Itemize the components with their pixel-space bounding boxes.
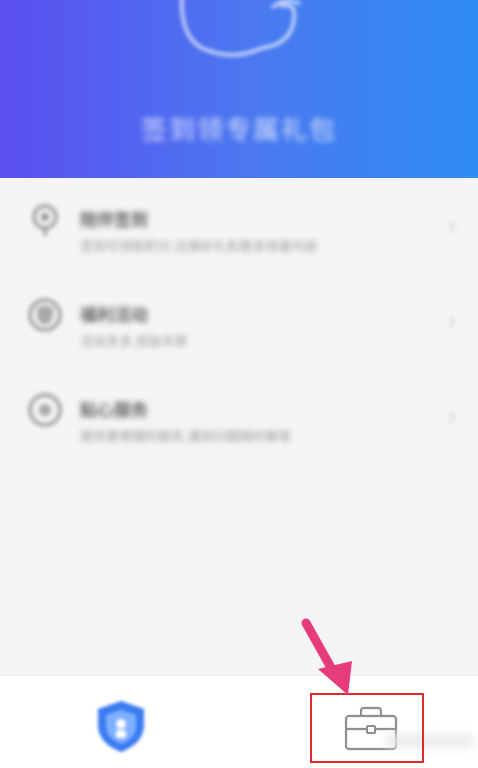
header-banner: 签到领专属礼包 [0,0,478,178]
list-item-title: 福利活动 [80,306,148,325]
list-item-title: 贴心服务 [80,401,148,420]
list-item-subtitle: 签到可领取积分,兑换好礼和更多惊喜内容 [80,239,318,254]
pointer-arrow-icon [301,618,352,695]
highlight-box [310,693,424,763]
chevron-right-icon: › [447,305,456,335]
list-item-subtitle: 提供更便捷的服务,遇到问题随时解答 [80,429,292,444]
header-title: 签到领专属礼包 [140,115,337,145]
list-item-title: 陪伴签到 [80,211,148,230]
list-item[interactable]: 贴心服务 提供更便捷的服务,遇到问题随时解答 › [0,368,478,463]
list-item-subtitle: 活动多多,奖励丰厚 [80,334,188,349]
list-item[interactable]: 陪伴签到 签到可领取积分,兑换好礼和更多惊喜内容 › [0,178,478,273]
chevron-right-icon: › [447,210,456,240]
headset-icon [28,393,62,427]
list-item[interactable]: 福利活动 活动多多,奖励丰厚 › [0,273,478,368]
phone-illustration-icon [180,0,301,57]
chevron-right-icon: › [447,400,456,430]
location-icon [32,204,58,236]
feature-list: 陪伴签到 签到可领取积分,兑换好礼和更多惊喜内容 › 福利活动 活动多多,奖励丰… [0,178,478,463]
shield-icon [28,298,62,332]
shield-icon[interactable] [94,698,148,754]
